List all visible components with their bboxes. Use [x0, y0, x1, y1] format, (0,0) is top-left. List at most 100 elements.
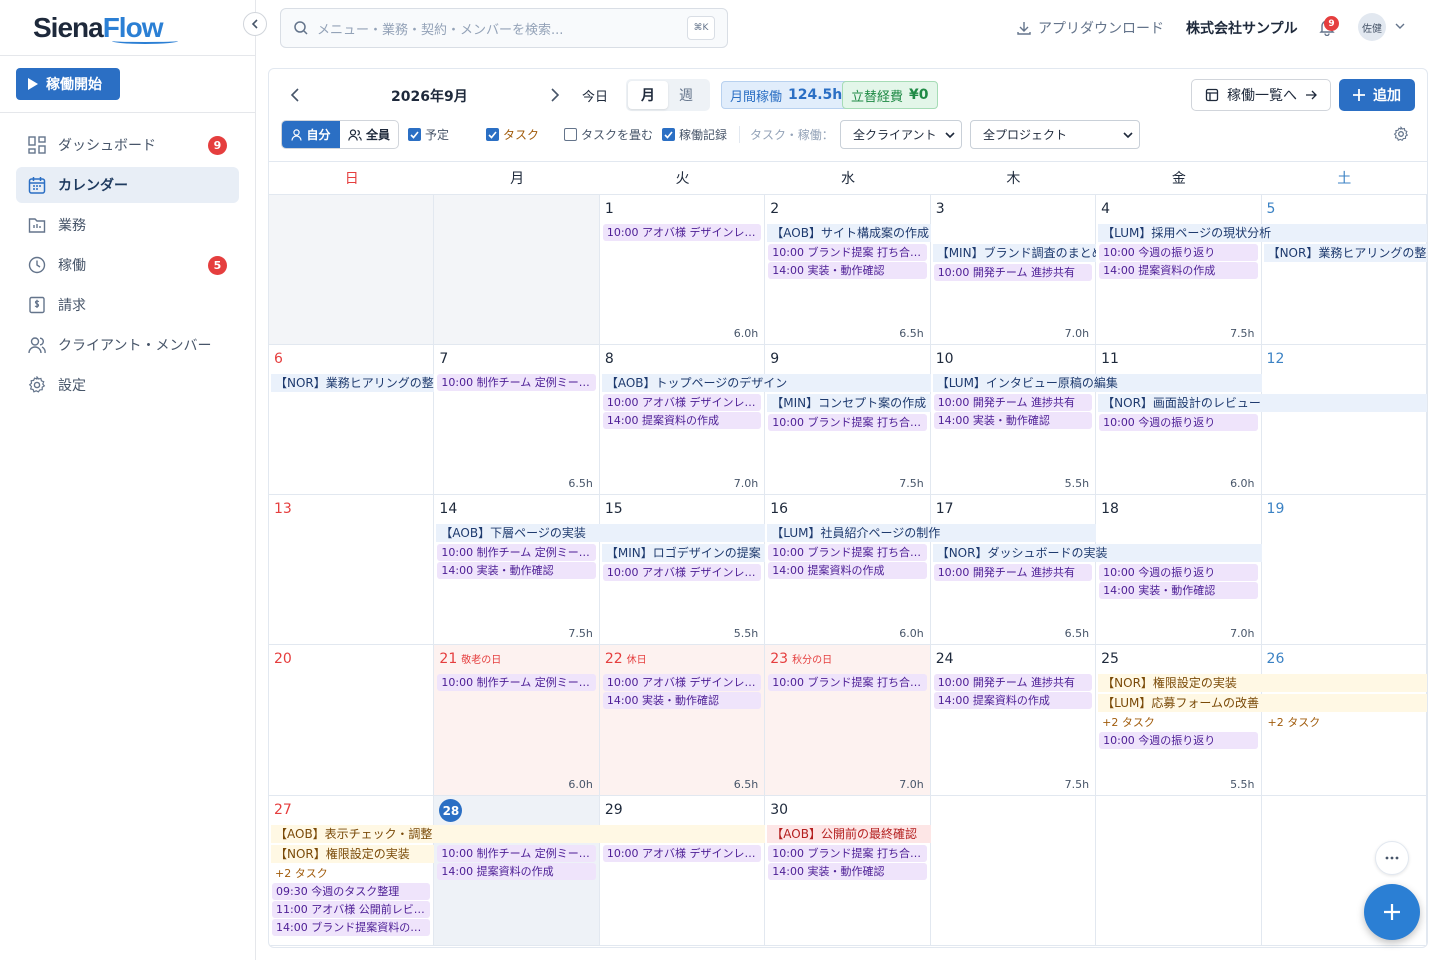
calendar-day-cell[interactable]: 27 +2 タスク 09:30 今週のタスク整理 11:00 アオバ様 公開前レビュー…: [269, 796, 435, 945]
calendar-event[interactable]: 10:00 開発チーム 進捗共有: [933, 394, 1093, 411]
calendar-day-cell[interactable]: 19: [1262, 495, 1427, 644]
calendar-event[interactable]: 10:00 アオバ様 デザインレビュー: [602, 564, 762, 581]
calendar-event[interactable]: 10:00 制作チーム 定例ミーティング: [437, 845, 596, 862]
calendar-event[interactable]: 10:00 今週の振り返り: [1099, 732, 1258, 749]
task-bar[interactable]: 【AOB】トップページのデザイン: [601, 374, 931, 392]
calendar-day-cell[interactable]: 12: [1262, 345, 1427, 494]
calendar-day-cell[interactable]: 29 10:00 アオバ様 デザインレビュー: [600, 796, 766, 945]
calendar-event[interactable]: 14:00 提案資料の作成: [1099, 262, 1258, 279]
sidebar-item-gear[interactable]: 設定: [16, 367, 239, 403]
more-tasks-link[interactable]: +2 タスク: [275, 865, 328, 882]
calendar-day-cell[interactable]: 28 10:00 制作チーム 定例ミーティング14:00 提案資料の作成: [434, 796, 600, 945]
today-button[interactable]: 今日: [582, 86, 608, 105]
task-bar[interactable]: 【LUM】採用ページの現状分析: [1098, 224, 1427, 242]
calendar-event[interactable]: 10:00 アオバ様 デザインレビュー: [602, 224, 762, 241]
task-bar[interactable]: 【AOB】サイト構成案の作成: [767, 224, 931, 242]
company-name[interactable]: 株式会社サンプル: [1186, 18, 1298, 38]
calendar-event[interactable]: 14:00 提案資料の作成: [933, 692, 1093, 709]
task-bar[interactable]: 【NOR】業務ヒアリングの整理: [271, 374, 435, 392]
project-select[interactable]: 全プロジェクト: [970, 120, 1140, 149]
calendar-day-cell[interactable]: 25 +2 タスク 10:00 今週の振り返り 5.5h: [1096, 645, 1262, 795]
calendar-event[interactable]: 10:00 ブランド提案 打ち合わせ: [768, 544, 927, 561]
calendar-event[interactable]: 14:00 実装・動作確認: [602, 692, 762, 709]
task-bar[interactable]: 【AOB】表示チェック・調整: [271, 825, 766, 843]
checkbox-work-records[interactable]: 稼働記録: [662, 126, 727, 143]
sidebar-item-clock[interactable]: 稼働 5: [16, 247, 239, 283]
calendar-day-cell[interactable]: 11 10:00 今週の振り返り 6.0h: [1096, 345, 1262, 494]
calendar-day-cell[interactable]: 15 10:00 アオバ様 デザインレビュー 5.5h: [600, 495, 766, 644]
task-bar[interactable]: 【MIN】コンセプト案の作成: [767, 394, 931, 412]
task-bar[interactable]: 【LUM】社員紹介ページの制作: [767, 524, 1097, 542]
sidebar-item-folder[interactable]: 業務: [16, 207, 239, 243]
calendar-day-cell[interactable]: 2 10:00 ブランド提案 打ち合わせ 14:00 実装・動作確認 6.5h: [765, 195, 931, 344]
client-select[interactable]: 全クライアント: [840, 120, 962, 149]
collapse-sidebar-button[interactable]: [243, 12, 267, 36]
calendar-event[interactable]: 10:00 アオバ様 デザインレビュー: [602, 674, 762, 691]
calendar-day-cell[interactable]: 18 10:00 今週の振り返り 14:00 実装・動作確認 7.0h: [1096, 495, 1262, 644]
calendar-event[interactable]: 14:00 実装・動作確認: [437, 562, 596, 579]
calendar-event[interactable]: 10:00 アオバ様 デザインレビュー: [602, 845, 762, 862]
calendar-day-cell[interactable]: 21敬老の日 10:00 制作チーム 定例ミーティング 6.0h: [434, 645, 600, 795]
task-bar[interactable]: 【NOR】権限設定の実装: [1098, 674, 1427, 692]
calendar-day-cell[interactable]: 24 10:00 開発チーム 進捗共有 14:00 提案資料の作成 7.5h: [931, 645, 1097, 795]
calendar-event[interactable]: 10:00 ブランド提案 打ち合わせ: [768, 845, 927, 862]
gear-icon[interactable]: [1393, 126, 1409, 142]
calendar-day-cell[interactable]: 3 10:00 開発チーム 進捗共有 7.0h: [931, 195, 1097, 344]
avatar[interactable]: 佐健: [1358, 13, 1386, 41]
task-bar[interactable]: 【NOR】業務ヒアリングの整理: [1263, 244, 1427, 262]
calendar-day-cell[interactable]: 5: [1262, 195, 1427, 344]
calendar-day-cell[interactable]: 23 秋分の日 10:00 ブランド提案 打ち合わせ 7.0h: [765, 645, 931, 795]
calendar-event[interactable]: 10:00 制作チーム 定例ミーティング: [437, 674, 596, 691]
calendar-day-cell[interactable]: 6: [269, 345, 435, 494]
calendar-event[interactable]: 11:00 アオバ様 公開前レビュー: [272, 901, 431, 918]
task-bar[interactable]: 【LUM】インタビュー原稿の編集: [932, 374, 1262, 392]
checkbox-collapse-tasks[interactable]: タスクを畳む: [564, 126, 653, 143]
calendar-event[interactable]: 10:00 制作チーム 定例ミーティング: [437, 374, 596, 391]
calendar-event[interactable]: 09:30 今週のタスク整理: [272, 883, 431, 900]
next-month-button[interactable]: [549, 87, 561, 103]
task-bar[interactable]: 【LUM】応募フォームの改善: [1098, 694, 1427, 712]
calendar-event[interactable]: 14:00 提案資料の作成: [768, 562, 927, 579]
more-tasks-link[interactable]: +2 タスク: [1268, 714, 1321, 731]
calendar-event[interactable]: 14:00 実装・動作確認: [1099, 582, 1258, 599]
calendar-event[interactable]: 14:00 実装・動作確認: [768, 262, 927, 279]
calendar-day-cell[interactable]: 30 10:00 ブランド提案 打ち合わせ 14:00 実装・動作確認: [765, 796, 931, 945]
calendar-event[interactable]: 10:00 制作チーム 定例ミーティング: [437, 544, 596, 561]
calendar-event[interactable]: 10:00 開発チーム 進捗共有: [933, 674, 1093, 691]
checkbox-schedule[interactable]: 予定: [408, 126, 449, 143]
calendar-event[interactable]: 10:00 今週の振り返り: [1099, 564, 1258, 581]
task-bar[interactable]: 【NOR】権限設定の実装: [271, 845, 435, 863]
sidebar-item-users[interactable]: クライアント・メンバー: [16, 327, 239, 363]
task-bar[interactable]: 【NOR】ダッシュボードの実装: [932, 544, 1262, 562]
checkbox-task[interactable]: タスク: [486, 126, 539, 143]
calendar-event[interactable]: 14:00 実装・動作確認: [933, 412, 1093, 429]
prev-month-button[interactable]: [289, 87, 301, 103]
self-filter-button[interactable]: 自分: [282, 121, 340, 148]
calendar-day-cell[interactable]: 9 10:00 ブランド提案 打ち合わせ 7.5h: [765, 345, 931, 494]
calendar-event[interactable]: 10:00 アオバ様 デザインレビュー: [602, 394, 762, 411]
search-input[interactable]: メニュー・業務・契約・メンバーを検索... ⌘K: [280, 8, 728, 48]
chevron-down-icon[interactable]: [1394, 20, 1406, 32]
floating-add-button[interactable]: [1364, 884, 1420, 940]
view-week-button[interactable]: 週: [666, 81, 706, 109]
calendar-event[interactable]: 10:00 ブランド提案 打ち合わせ: [768, 674, 927, 691]
start-work-button[interactable]: 稼働開始: [16, 68, 120, 100]
view-month-button[interactable]: 月: [628, 81, 668, 109]
calendar-event[interactable]: 10:00 今週の振り返り: [1099, 414, 1258, 431]
task-bar[interactable]: 【NOR】画面設計のレビュー: [1098, 394, 1427, 412]
calendar-event[interactable]: 14:00 実装・動作確認: [768, 863, 927, 880]
task-bar[interactable]: 【AOB】下層ページの実装: [436, 524, 766, 542]
calendar-day-cell[interactable]: 10 10:00 開発チーム 進捗共有 14:00 実装・動作確認 5.5h: [931, 345, 1097, 494]
calendar-day-cell[interactable]: 13: [269, 495, 435, 644]
calendar-event[interactable]: 10:00 開発チーム 進捗共有: [933, 264, 1093, 281]
calendar-day-cell[interactable]: 4 10:00 今週の振り返り 14:00 提案資料の作成 7.5h: [1096, 195, 1262, 344]
calendar-event[interactable]: 14:00 提案資料の作成: [437, 863, 596, 880]
calendar-event[interactable]: 10:00 ブランド提案 打ち合わせ: [768, 244, 927, 261]
work-list-button[interactable]: 稼働一覧へ: [1191, 79, 1331, 111]
calendar-event[interactable]: 10:00 開発チーム 進捗共有: [933, 564, 1093, 581]
sidebar-item-invoice[interactable]: 請求: [16, 287, 239, 323]
calendar-day-cell[interactable]: 1 10:00 アオバ様 デザインレビュー 6.0h: [600, 195, 766, 344]
add-button[interactable]: 追加: [1339, 79, 1415, 111]
sidebar-item-calendar[interactable]: カレンダー: [16, 167, 239, 203]
all-filter-button[interactable]: 全員: [340, 121, 398, 148]
